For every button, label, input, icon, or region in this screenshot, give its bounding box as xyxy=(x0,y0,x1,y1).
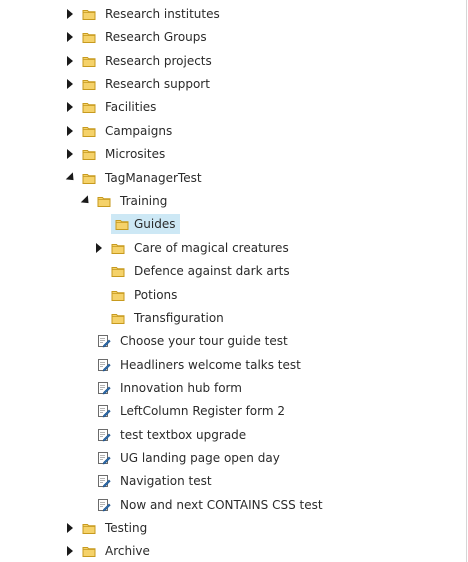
tree-item-archive[interactable]: Archive xyxy=(64,541,154,561)
panel-right-border xyxy=(466,0,467,562)
edit-document-icon xyxy=(97,334,111,348)
folder-icon xyxy=(82,30,96,44)
expand-arrow-icon[interactable] xyxy=(64,55,76,67)
edit-document-icon xyxy=(97,358,111,372)
tree-item-label[interactable]: Navigation test xyxy=(116,471,216,491)
expand-arrow-icon[interactable] xyxy=(64,101,76,113)
folder-icon xyxy=(111,241,125,255)
tree-item-guides[interactable]: Guides xyxy=(93,214,180,234)
tree-item-label[interactable]: Headliners welcome talks test xyxy=(116,355,305,375)
edit-document-icon xyxy=(97,404,111,418)
folder-icon xyxy=(82,100,96,114)
expand-arrow-icon[interactable] xyxy=(64,148,76,160)
folder-icon xyxy=(82,7,96,21)
expand-arrow-icon[interactable] xyxy=(64,8,76,20)
tree-item-label[interactable]: Archive xyxy=(101,541,154,561)
edit-document-icon xyxy=(97,381,111,395)
tree-item-research-support[interactable]: Research support xyxy=(64,74,214,94)
tree-item-campaigns[interactable]: Campaigns xyxy=(64,121,176,141)
tree-item-label[interactable]: Facilities xyxy=(101,97,160,117)
tree-item-research-projects[interactable]: Research projects xyxy=(64,51,216,71)
tree-item-label[interactable]: Potions xyxy=(130,285,181,305)
folder-icon xyxy=(82,54,96,68)
folder-icon xyxy=(82,171,96,185)
tree-item-choose-your-tour-guide-test[interactable]: Choose your tour guide test xyxy=(79,331,292,351)
tree-item-label[interactable]: test textbox upgrade xyxy=(116,425,250,445)
tree-item-label[interactable]: Research Groups xyxy=(101,27,211,47)
tree-item-headliners-welcome-talks-test[interactable]: Headliners welcome talks test xyxy=(79,355,305,375)
tree-item-label[interactable]: Testing xyxy=(101,518,151,538)
tree-item-potions[interactable]: Potions xyxy=(93,285,181,305)
folder-icon xyxy=(82,521,96,535)
edit-document-icon xyxy=(97,428,111,442)
folder-icon xyxy=(82,147,96,161)
tree-item-label[interactable]: Training xyxy=(116,191,171,211)
folder-icon xyxy=(111,311,125,325)
tree-item-testing[interactable]: Testing xyxy=(64,518,151,538)
tree-item-label[interactable]: Research support xyxy=(101,74,214,94)
edit-document-icon xyxy=(97,498,111,512)
tree-item-text: Guides xyxy=(134,217,176,231)
tree-item-defence-against-dark-arts[interactable]: Defence against dark arts xyxy=(93,261,294,281)
tree-item-label-selected[interactable]: Guides xyxy=(111,214,180,234)
folder-icon xyxy=(115,217,129,231)
tree-item-label[interactable]: UG landing page open day xyxy=(116,448,284,468)
expand-arrow-icon[interactable] xyxy=(64,31,76,43)
tree-item-label[interactable]: Innovation hub form xyxy=(116,378,246,398)
tree-item-transfiguration[interactable]: Transfiguration xyxy=(93,308,228,328)
edit-document-icon xyxy=(97,474,111,488)
tree-item-label[interactable]: Now and next CONTAINS CSS test xyxy=(116,495,327,515)
folder-icon xyxy=(111,288,125,302)
tree-item-research-groups[interactable]: Research Groups xyxy=(64,27,211,47)
collapse-arrow-icon[interactable] xyxy=(79,195,93,207)
folder-icon xyxy=(82,544,96,558)
tree-item-label[interactable]: Campaigns xyxy=(101,121,176,141)
expand-arrow-icon[interactable] xyxy=(64,78,76,90)
tree-item-research-institutes[interactable]: Research institutes xyxy=(64,4,224,24)
tree-item-innovation-hub-form[interactable]: Innovation hub form xyxy=(79,378,246,398)
tree-item-label[interactable]: Transfiguration xyxy=(130,308,228,328)
tree-item-training[interactable]: Training xyxy=(79,191,171,211)
tree-item-care-of-magical-creatures[interactable]: Care of magical creatures xyxy=(93,238,293,258)
expand-arrow-icon[interactable] xyxy=(93,242,105,254)
folder-icon xyxy=(82,77,96,91)
tree-item-test-textbox-upgrade[interactable]: test textbox upgrade xyxy=(79,425,250,445)
tree-item-label[interactable]: Research projects xyxy=(101,51,216,71)
tree-item-microsites[interactable]: Microsites xyxy=(64,144,169,164)
tree-item-label[interactable]: Care of magical creatures xyxy=(130,238,293,258)
folder-icon xyxy=(82,124,96,138)
tree-item-tagmanagertest[interactable]: TagManagerTest xyxy=(64,168,206,188)
tree-item-label[interactable]: Research institutes xyxy=(101,4,224,24)
tree-item-now-and-next-contains-css-test[interactable]: Now and next CONTAINS CSS test xyxy=(79,495,327,515)
expand-arrow-icon[interactable] xyxy=(64,125,76,137)
tree-item-label[interactable]: Defence against dark arts xyxy=(130,261,294,281)
tree-item-label[interactable]: Choose your tour guide test xyxy=(116,331,292,351)
collapse-arrow-icon[interactable] xyxy=(64,172,78,184)
tree-item-label[interactable]: Microsites xyxy=(101,144,169,164)
tree-item-ug-landing-page-open-day[interactable]: UG landing page open day xyxy=(79,448,284,468)
expand-arrow-icon[interactable] xyxy=(64,545,76,557)
tree-item-leftcolumn-register-form-2[interactable]: LeftColumn Register form 2 xyxy=(79,401,289,421)
folder-icon xyxy=(97,194,111,208)
folder-icon xyxy=(111,264,125,278)
edit-document-icon xyxy=(97,451,111,465)
tree-item-label[interactable]: TagManagerTest xyxy=(101,168,206,188)
tree-item-label[interactable]: LeftColumn Register form 2 xyxy=(116,401,289,421)
expand-arrow-icon[interactable] xyxy=(64,522,76,534)
tree-item-navigation-test[interactable]: Navigation test xyxy=(79,471,216,491)
tree-item-facilities[interactable]: Facilities xyxy=(64,97,160,117)
